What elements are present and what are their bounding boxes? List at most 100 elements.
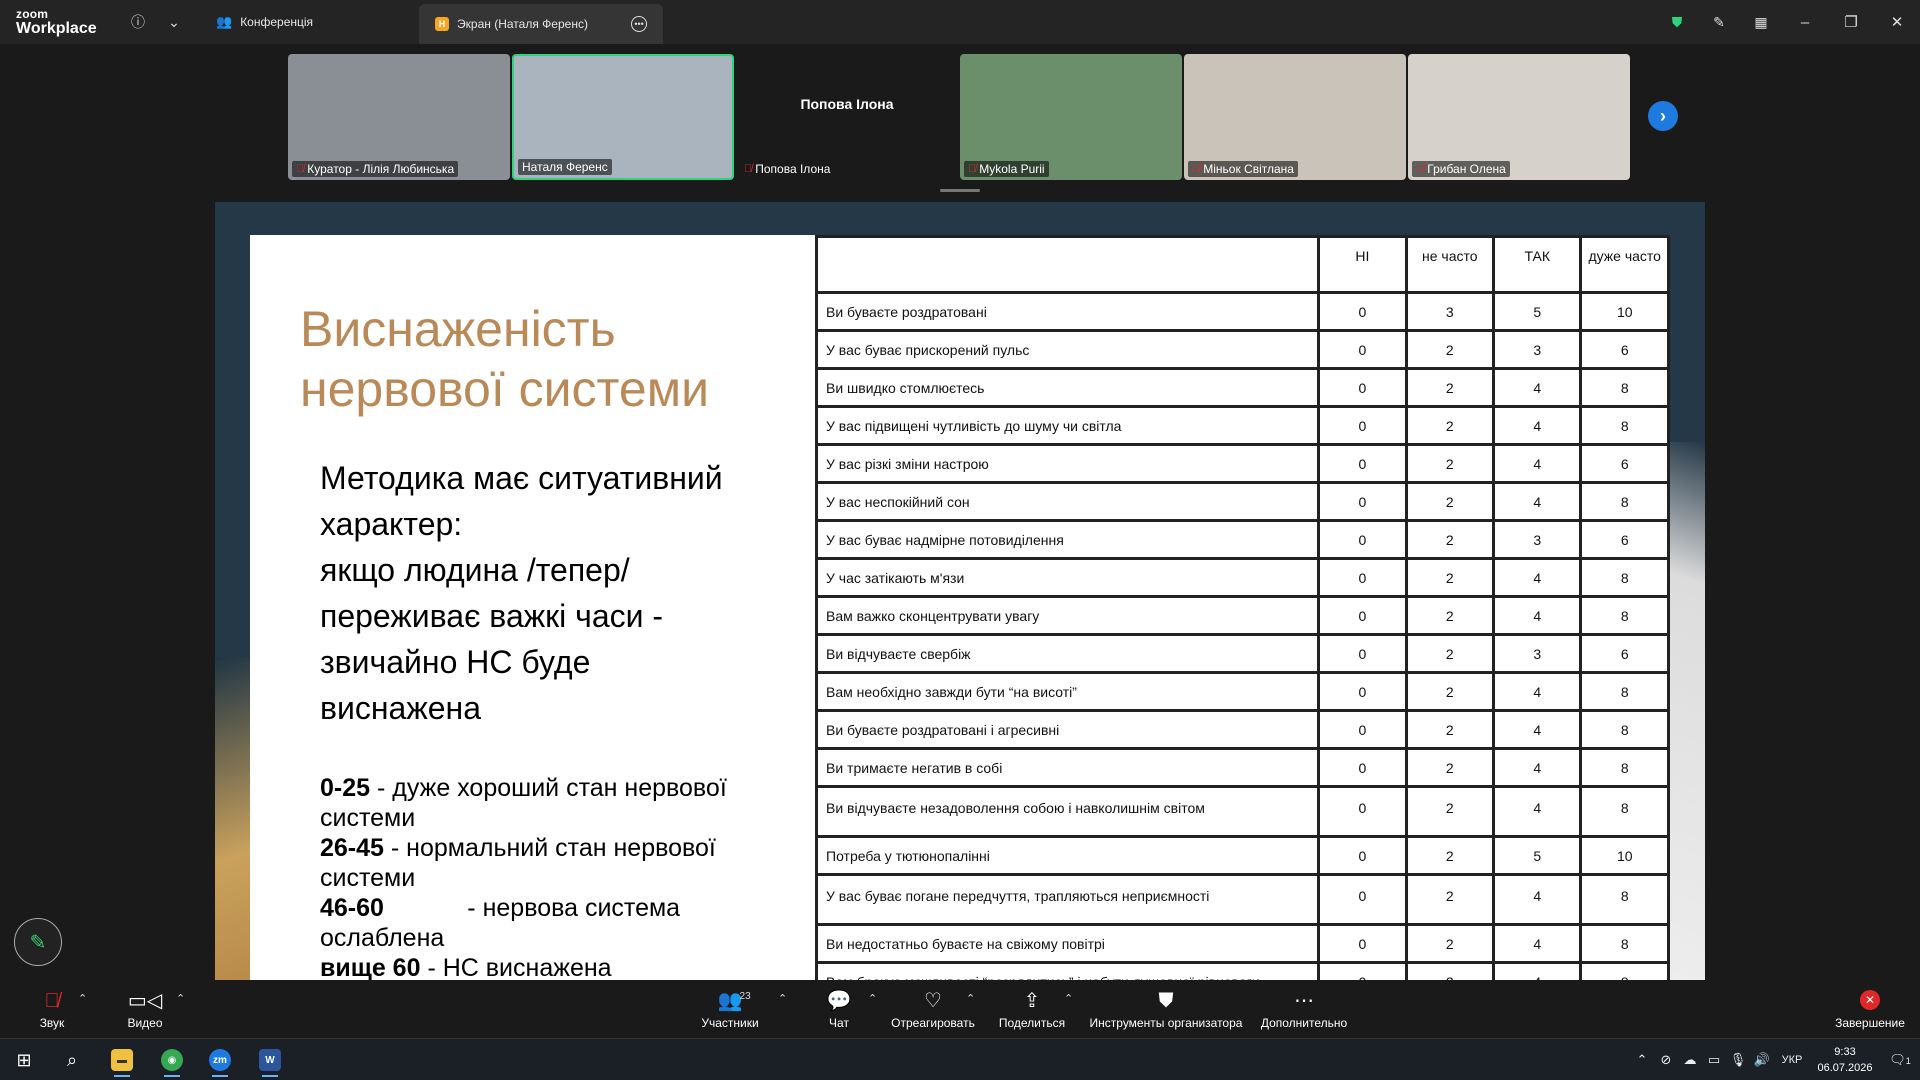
more-button[interactable]: ⋯ Дополнительно: [1260, 986, 1348, 1034]
score-cell: 4: [1492, 557, 1583, 598]
mic-muted-icon: 🎙̸: [1416, 163, 1425, 175]
slide-body-line: звичайно НС буде: [320, 644, 591, 680]
score-cell: 0: [1317, 709, 1408, 750]
mic-muted-icon: 🎙̸: [968, 163, 977, 175]
participants-button[interactable]: 👥 23 Участники: [698, 986, 762, 1034]
score-cell: 5: [1492, 835, 1583, 876]
word-icon[interactable]: W: [250, 1043, 290, 1077]
question-cell: У вас неспокійний сон: [814, 481, 1321, 522]
slide-body-line: виснажена: [320, 690, 482, 726]
participant-name: Грибан Олена: [1427, 162, 1506, 176]
react-options-caret-icon[interactable]: ⌃: [966, 992, 975, 1005]
info-icon[interactable]: ⓘ: [120, 0, 156, 44]
tray-date: 06.07.2026: [1817, 1062, 1873, 1074]
video-options-caret-icon[interactable]: ⌃: [176, 992, 185, 1005]
chevron-down-icon[interactable]: ⌄: [156, 0, 192, 44]
score-cell: 0: [1317, 519, 1408, 560]
participant-tile[interactable]: 🎙̸ Куратор - Лілія Любинська: [288, 54, 510, 180]
tab-screen-share[interactable]: Н Экран (Наталя Ференс) •••: [419, 4, 664, 44]
score-cell: 8: [1579, 923, 1670, 964]
question-cell: Ви буваєте роздратовані: [814, 291, 1321, 332]
participant-name-bar: 🎙̸ Попова Ілона: [740, 161, 834, 177]
next-page-chevron-icon[interactable]: ›: [1648, 101, 1678, 131]
video-strip: 🎙̸ Куратор - Лілія Любинська Наталя Ферен…: [0, 44, 1920, 196]
score-cell: 4: [1492, 367, 1583, 408]
system-tray: ⌃ ⊘ ☁ ▭ 🎙 🔊 УКР 9:33 06.07.2026 🗨1: [1630, 1039, 1920, 1080]
slide-body-line: Методика має ситуативний: [320, 460, 723, 496]
share-button[interactable]: ⇪ Поделиться: [998, 986, 1066, 1034]
question-cell: Ви тримаєте негатив в собі: [814, 747, 1321, 788]
participant-tile[interactable]: 🎙̸ Грибан Олена: [1408, 54, 1630, 180]
participant-tile[interactable]: Наталя Ференс: [512, 54, 734, 180]
score-cell: 3: [1492, 519, 1583, 560]
security-shield-icon[interactable]: ⛊: [1656, 0, 1698, 44]
tray-network-off-icon[interactable]: ⊘: [1654, 1052, 1678, 1068]
score-cell: 5: [1492, 291, 1583, 332]
participant-name-bar: Наталя Ференс: [518, 159, 612, 175]
host-tools-button[interactable]: ⛊ Инструменты организатора: [1088, 986, 1244, 1034]
tray-mic-icon[interactable]: 🎙: [1726, 1052, 1750, 1068]
table-header-cell: [814, 235, 1321, 294]
score-cell: 8: [1579, 481, 1670, 522]
score-cell: 0: [1317, 329, 1408, 370]
mic-muted-icon: 🎙̸: [1192, 163, 1201, 175]
chrome-icon[interactable]: ◉: [152, 1043, 192, 1077]
chat-label: Чат: [829, 1016, 849, 1030]
annotate-pen-icon[interactable]: ✎: [1698, 0, 1740, 44]
score-cell: 8: [1579, 557, 1670, 598]
tray-cloud-icon[interactable]: ☁: [1678, 1052, 1702, 1068]
search-icon[interactable]: ⌕: [52, 1043, 92, 1077]
table-row: У вас буває надмірне потовиділення 0 2 3 6: [814, 519, 1670, 560]
table-row: Вам бракує можливості “розрядитись” і на…: [814, 961, 1670, 980]
participant-tile[interactable]: 🎙̸ Міньок Світлана: [1184, 54, 1406, 180]
score-cell: 8: [1579, 747, 1670, 788]
tray-volume-icon[interactable]: 🔊: [1750, 1052, 1774, 1068]
video-button[interactable]: ▭◁ Видео: [120, 986, 170, 1034]
score-cell: 4: [1492, 747, 1583, 788]
table-header-cell: НІ: [1317, 235, 1408, 294]
participant-name-bar: 🎙̸ Міньок Світлана: [1188, 161, 1298, 177]
score-cell: 2: [1404, 519, 1496, 560]
score-cell: 0: [1317, 595, 1408, 636]
strip-resize-handle[interactable]: [940, 189, 980, 192]
question-cell: Вам бракує можливості “розрядитись” і на…: [814, 961, 1321, 980]
participant-tile[interactable]: Попова Ілона 🎙̸ Попова Ілона: [736, 54, 958, 180]
close-button[interactable]: ✕: [1874, 0, 1920, 44]
score-cell: 2: [1404, 329, 1496, 370]
question-cell: У вас різкі зміни настрою: [814, 443, 1321, 484]
audio-button[interactable]: 🎙̸ Звук: [30, 986, 74, 1034]
restore-button[interactable]: ❐: [1828, 0, 1874, 44]
tab-meeting[interactable]: 👥 Конференція: [200, 0, 329, 44]
score-cell: 4: [1492, 709, 1583, 750]
file-explorer-icon[interactable]: ▬: [102, 1043, 142, 1077]
tray-clock[interactable]: 9:33 06.07.2026: [1810, 1044, 1880, 1076]
end-label: Завершение: [1835, 1016, 1905, 1030]
score-cell: 2: [1404, 961, 1496, 980]
share-label: Поделиться: [998, 1016, 1066, 1030]
more-options-icon[interactable]: •••: [631, 16, 648, 32]
notifications-icon[interactable]: 🗨1: [1880, 1052, 1920, 1068]
tray-display-icon[interactable]: ▭: [1702, 1052, 1726, 1068]
score-cell: 2: [1404, 709, 1496, 750]
minimize-button[interactable]: –: [1782, 0, 1828, 44]
score-cell: 2: [1404, 835, 1496, 876]
tray-language[interactable]: УКР: [1774, 1054, 1810, 1066]
participant-tile[interactable]: 🎙̸ Mykola Purii: [960, 54, 1182, 180]
participants-options-caret-icon[interactable]: ⌃: [778, 992, 787, 1005]
chat-options-caret-icon[interactable]: ⌃: [868, 992, 877, 1005]
zoom-app-icon[interactable]: zm: [200, 1043, 240, 1077]
tray-chevron-up-icon[interactable]: ⌃: [1630, 1052, 1654, 1068]
view-layout-icon[interactable]: ▦: [1740, 0, 1782, 44]
audio-options-caret-icon[interactable]: ⌃: [78, 992, 87, 1005]
score-cell: 2: [1404, 747, 1496, 788]
share-options-caret-icon[interactable]: ⌃: [1064, 992, 1073, 1005]
react-button[interactable]: ♡ Отреагировать: [890, 986, 976, 1034]
chat-button[interactable]: 💬 Чат: [822, 986, 856, 1034]
annotate-pen-button[interactable]: ✎: [14, 918, 62, 966]
end-meeting-button[interactable]: ✕ Завершение: [1832, 986, 1908, 1034]
windows-start-icon[interactable]: ⊞: [4, 1043, 44, 1077]
table-row: Ви недостатньо буваєте на свіжому повітр…: [814, 923, 1670, 964]
table-row: У час затікають м'язи 0 2 4 8: [814, 557, 1670, 598]
question-cell: Ви відчуваєте незадоволення собою і навк…: [814, 785, 1321, 838]
table-row: Ви відчуваєте свербіж 0 2 3 6: [814, 633, 1670, 674]
